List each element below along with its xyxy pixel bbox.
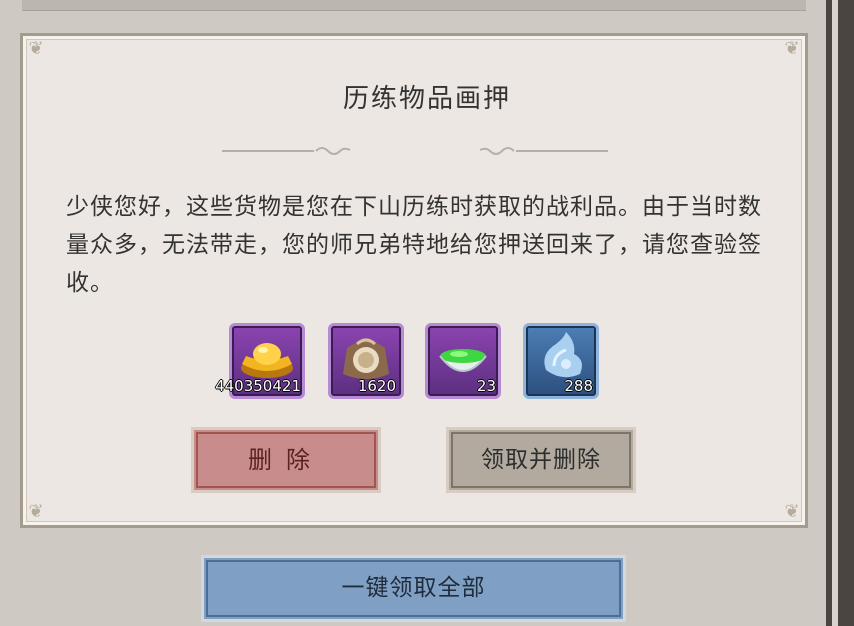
corner-ornament-icon: ❦ [784, 501, 800, 522]
corner-ornament-icon: ❦ [28, 38, 44, 59]
previous-panel-edge [22, 0, 806, 11]
delete-button[interactable]: 删除 [191, 427, 381, 493]
reward-count-jade: 288 [564, 377, 593, 395]
claim-all-button[interactable]: 一键领取全部 [201, 555, 626, 622]
reward-count-tea: 23 [476, 377, 496, 395]
dialog-message: 少侠您好，这些货物是您在下山历练时获取的战利品。由于当时数量众多，无法带走，您的… [66, 194, 762, 296]
claim-and-delete-button[interactable]: 领取并删除 [446, 427, 636, 493]
reward-count-pouch: 1620 [357, 377, 396, 395]
dialog-title: 历练物品画押 [342, 84, 511, 114]
corner-ornament-icon: ❦ [784, 38, 800, 59]
corner-ornament-icon: ❦ [28, 501, 44, 522]
title-divider-right [478, 146, 608, 156]
reward-count-gold: 440350421 [215, 377, 301, 395]
title-divider-left [222, 146, 352, 156]
